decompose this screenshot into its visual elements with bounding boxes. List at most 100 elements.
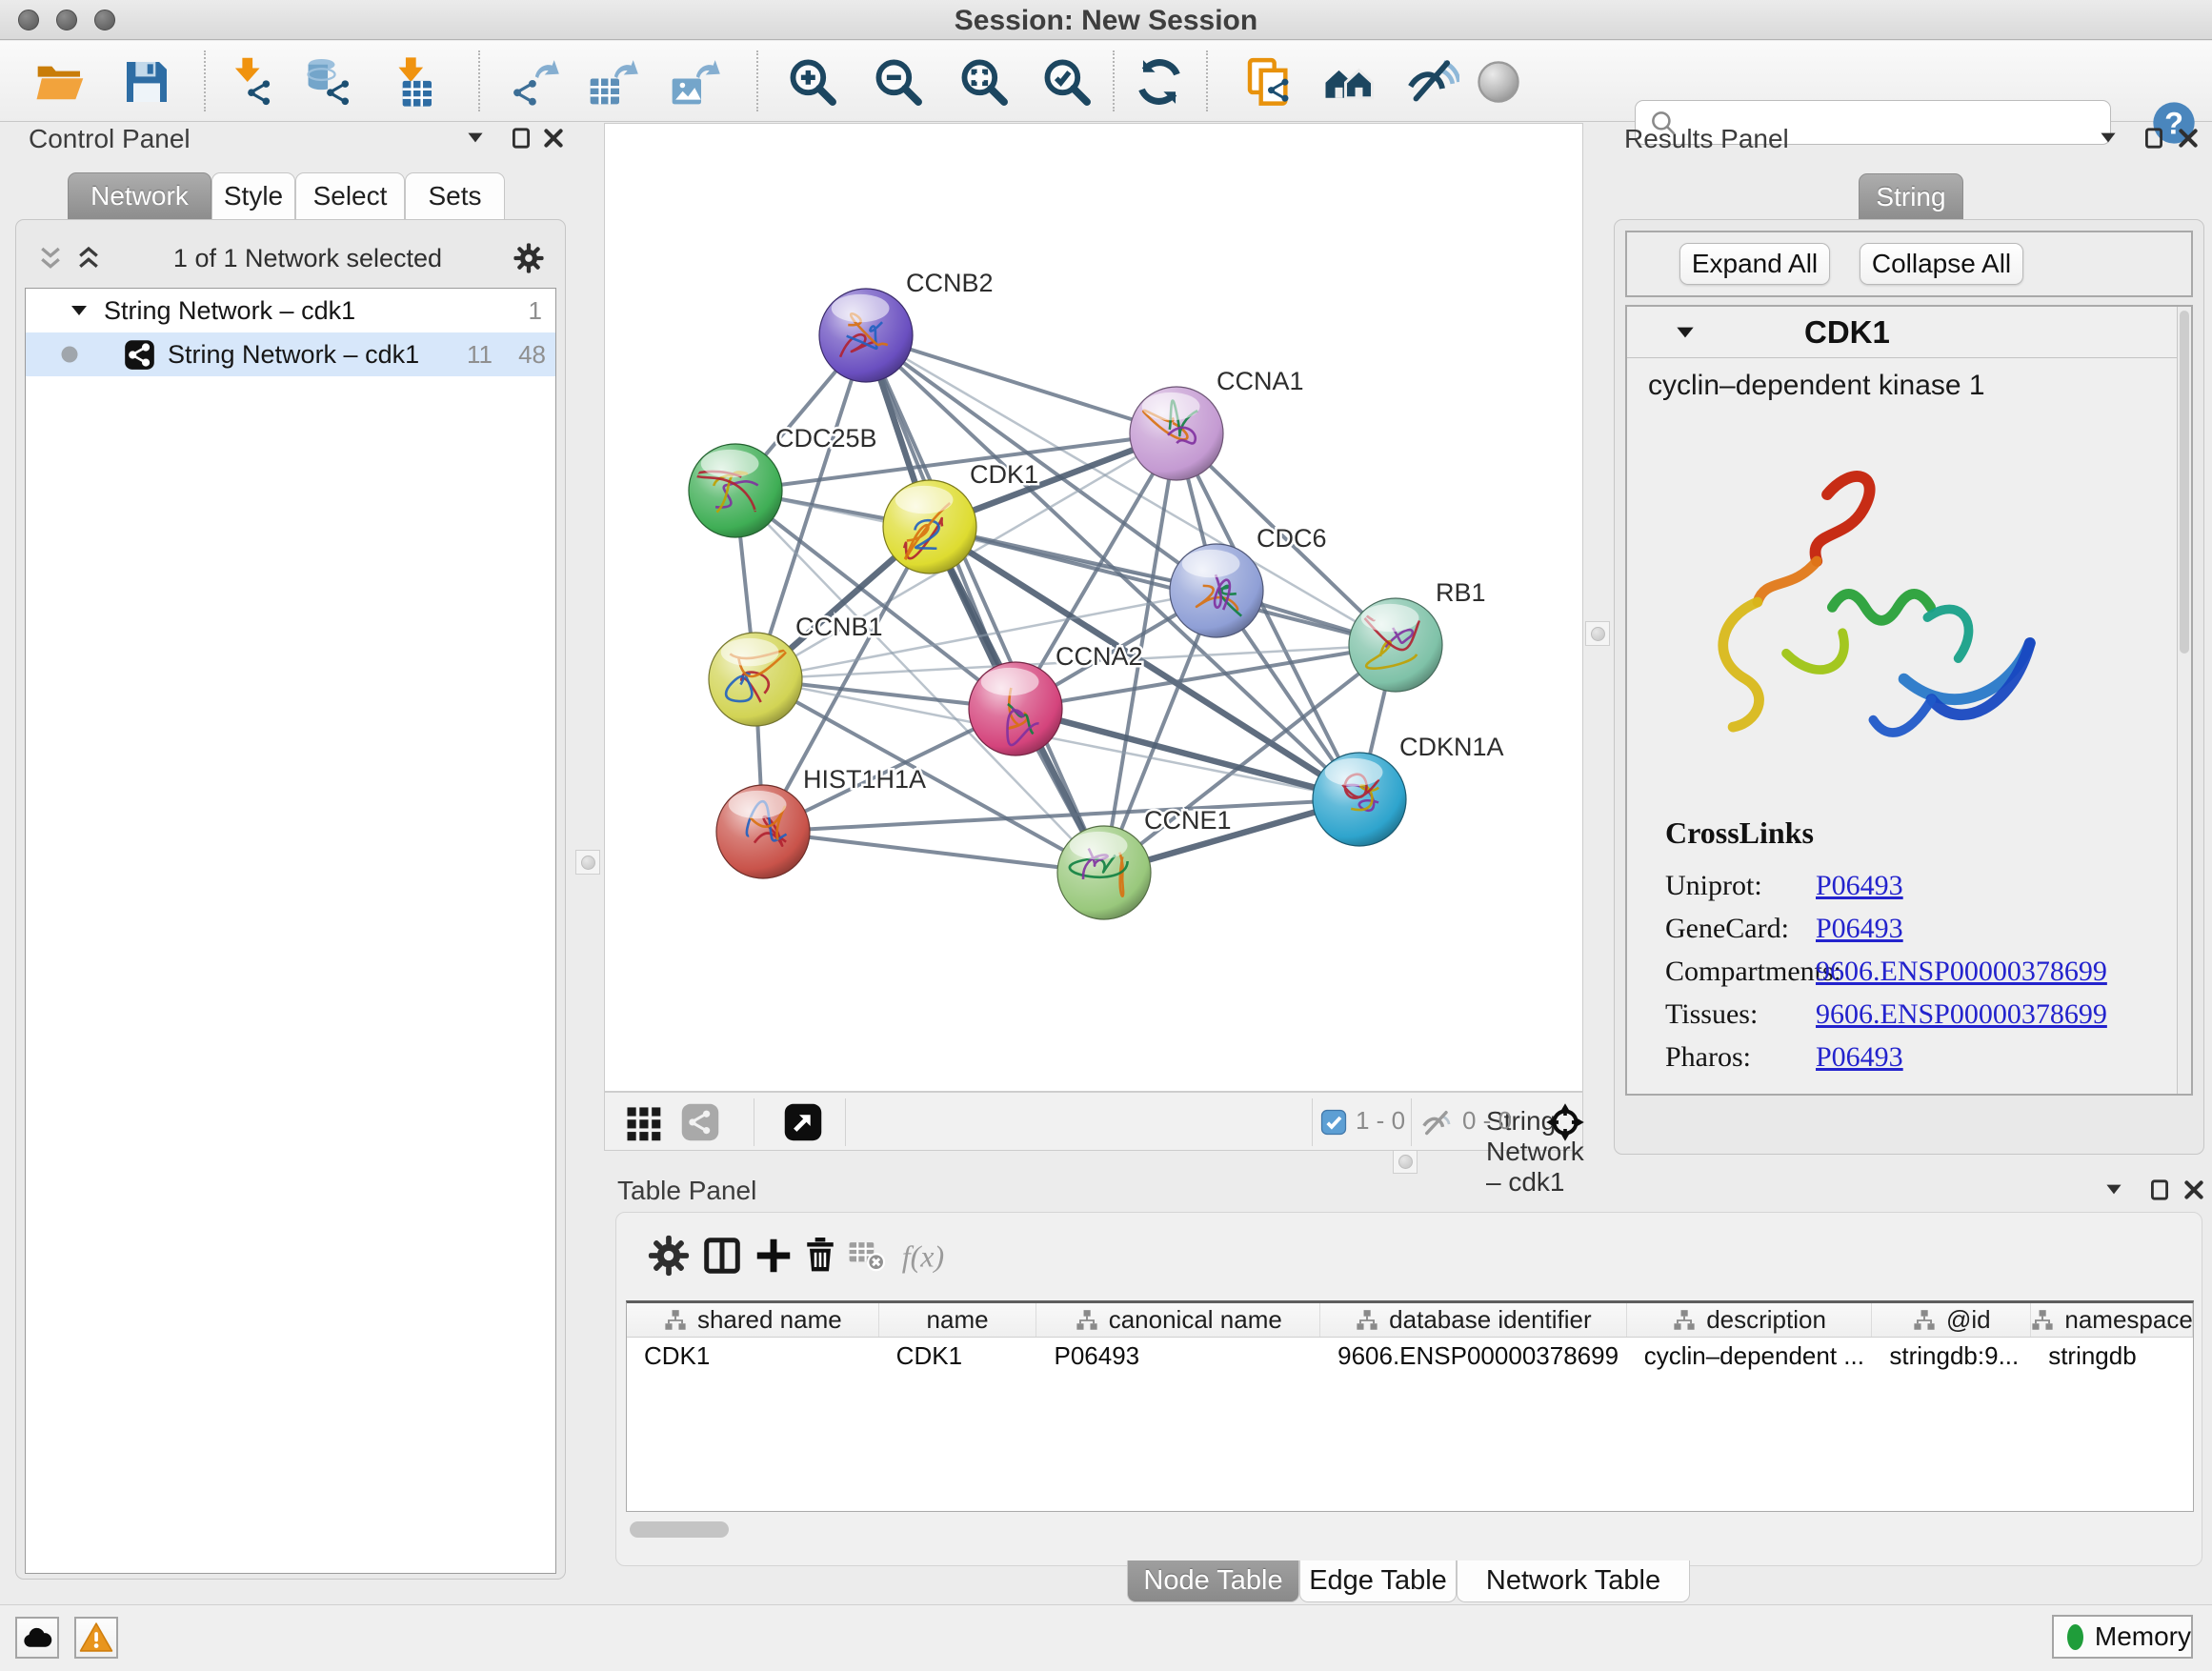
crosslink-link[interactable]: 9606.ENSP00000378699 <box>1816 956 2107 988</box>
tab-select[interactable]: Select <box>295 172 405 220</box>
tab-style[interactable]: Style <box>211 172 295 220</box>
expand-all-button[interactable]: Expand All <box>1679 243 1830 285</box>
export-network-button[interactable] <box>506 54 561 110</box>
collapse-all-networks-icon[interactable] <box>74 244 103 272</box>
column-header-description[interactable]: description <box>1627 1303 1873 1337</box>
results-panel-collapse-icon[interactable] <box>2094 124 2122 152</box>
table-horizontal-scrollbar[interactable] <box>628 1521 2192 1539</box>
tab-node-table[interactable]: Node Table <box>1127 1560 1299 1602</box>
string-network-graph[interactable]: CCNB2CCNA1CDC25BCDK1CDC6RB1CCNB1CCNA2CDK… <box>605 124 1582 1091</box>
node-CCNB2[interactable] <box>819 289 913 382</box>
tree-expand-icon[interactable] <box>68 299 90 322</box>
table-panel-collapse-icon[interactable] <box>2100 1176 2128 1204</box>
cell-name[interactable]: CDK1 <box>879 1338 1037 1374</box>
export-image-button[interactable] <box>667 54 722 110</box>
fit-crosshair-icon[interactable] <box>1544 1101 1586 1143</box>
table-row[interactable]: CDK1CDK1P064939606.ENSP00000378699cyclin… <box>627 1338 2193 1374</box>
node-CDC25B[interactable] <box>689 444 782 537</box>
control-panel-close-icon[interactable] <box>539 124 568 152</box>
edge-HIST1H1A-CCNE1[interactable] <box>763 832 1104 873</box>
cell-namespace[interactable]: stringdb <box>2031 1338 2193 1374</box>
show-network-overview-button[interactable] <box>1321 54 1377 110</box>
entry-collapse-icon[interactable] <box>1673 320 1698 345</box>
cell-database-identifier[interactable]: 9606.ENSP00000378699 <box>1320 1338 1627 1374</box>
node-CDC6[interactable] <box>1170 544 1263 637</box>
node-CDK1[interactable] <box>883 480 976 574</box>
crosslink-link[interactable]: 9606.ENSP00000378699 <box>1816 998 2107 1031</box>
export-table-button[interactable] <box>585 54 640 110</box>
node-CDKN1A[interactable] <box>1313 753 1406 846</box>
node-CCNE1[interactable] <box>1057 826 1151 919</box>
function-builder-icon: f(x) <box>898 1234 965 1279</box>
selected-checkbox-icon[interactable] <box>1319 1108 1348 1137</box>
right-splitter-handle[interactable] <box>1585 621 1610 646</box>
zoom-in-button[interactable] <box>785 54 840 110</box>
crosslink-link[interactable]: P06493 <box>1816 1041 1903 1074</box>
column-header-shared-name[interactable]: shared name <box>627 1303 879 1337</box>
cell--id[interactable]: stringdb:9... <box>1872 1338 2031 1374</box>
node-HIST1H1A[interactable] <box>716 785 810 878</box>
control-panel-float-icon[interactable] <box>507 124 535 152</box>
tab-string[interactable]: String <box>1859 173 1963 221</box>
column-header-canonical-name[interactable]: canonical name <box>1036 1303 1320 1337</box>
left-splitter-handle[interactable] <box>575 850 600 875</box>
cell-canonical-name[interactable]: P06493 <box>1036 1338 1320 1374</box>
node-CCNA1[interactable] <box>1130 387 1223 480</box>
show-network-overview-icon <box>1322 55 1376 109</box>
tab-edge-table[interactable]: Edge Table <box>1299 1560 1457 1602</box>
share-view-icon[interactable] <box>679 1101 721 1143</box>
cell-shared-name[interactable]: CDK1 <box>627 1338 879 1374</box>
expand-all-networks-icon[interactable] <box>36 244 65 272</box>
network-tree-row[interactable]: String Network – cdk1 11 48 <box>26 332 555 376</box>
column-label: canonical name <box>1109 1305 1282 1335</box>
table-panel-float-icon[interactable] <box>2145 1176 2174 1204</box>
table-settings-gear-icon[interactable] <box>647 1234 693 1279</box>
zoom-fit-button[interactable] <box>956 54 1012 110</box>
show-all-nodes-edges-button[interactable] <box>1471 54 1526 110</box>
add-column-icon[interactable] <box>752 1234 797 1279</box>
cell-description[interactable]: cyclin–dependent ... <box>1627 1338 1873 1374</box>
edge-CCNB2-CCNA1[interactable] <box>866 335 1176 433</box>
grid-view-icon[interactable] <box>622 1101 664 1143</box>
delete-column-trash-icon[interactable] <box>799 1234 845 1279</box>
column-header-database-identifier[interactable]: database identifier <box>1320 1303 1627 1337</box>
import-table-from-file-button[interactable] <box>384 54 439 110</box>
node-CCNA2[interactable] <box>969 662 1062 755</box>
apply-preferred-layout-button[interactable] <box>1132 54 1187 110</box>
zoom-selected-button[interactable] <box>1039 54 1095 110</box>
tab-network-table[interactable]: Network Table <box>1457 1560 1690 1602</box>
warnings-button[interactable] <box>74 1617 118 1659</box>
column-header--id[interactable]: @id <box>1872 1303 2031 1337</box>
open-session-button[interactable] <box>32 54 88 110</box>
column-header-namespace[interactable]: namespace <box>2031 1303 2193 1337</box>
gene-entry-header[interactable]: CDK1 <box>1627 307 2191 358</box>
import-network-from-database-button[interactable] <box>301 54 356 110</box>
horizontal-splitter-handle[interactable] <box>1393 1149 1418 1174</box>
collapse-all-button[interactable]: Collapse All <box>1860 243 2023 285</box>
detach-view-icon[interactable] <box>782 1101 824 1143</box>
import-network-from-file-button[interactable] <box>223 54 278 110</box>
hide-selected-button[interactable] <box>1405 54 1460 110</box>
hidden-eye-icon[interactable] <box>1420 1106 1455 1140</box>
crosslink-link[interactable]: P06493 <box>1816 870 1903 902</box>
memory-button[interactable]: Memory <box>2052 1615 2193 1659</box>
results-scrollbar[interactable] <box>2177 307 2191 1094</box>
results-panel-close-icon[interactable] <box>2174 124 2202 152</box>
control-panel-collapse-icon[interactable] <box>461 124 490 152</box>
network-canvas[interactable]: CCNB2CCNA1CDC25BCDK1CDC6RB1CCNB1CCNA2CDK… <box>604 123 1583 1092</box>
node-RB1[interactable] <box>1349 598 1442 692</box>
crosslink-link[interactable]: P06493 <box>1816 913 1903 945</box>
node-CCNB1[interactable] <box>709 633 802 726</box>
cloud-button[interactable] <box>15 1617 59 1659</box>
table-panel-close-icon[interactable] <box>2180 1176 2208 1204</box>
show-columns-icon[interactable] <box>700 1234 746 1279</box>
column-header-name[interactable]: name <box>879 1303 1037 1337</box>
results-panel-float-icon[interactable] <box>2140 124 2168 152</box>
save-session-button[interactable] <box>119 54 174 110</box>
tab-network[interactable]: Network <box>68 172 211 220</box>
duplicate-network-button[interactable] <box>1242 54 1297 110</box>
zoom-out-button[interactable] <box>871 54 926 110</box>
network-tree-root-row[interactable]: String Network – cdk1 1 <box>26 289 555 332</box>
network-options-gear-icon[interactable] <box>513 242 545 274</box>
tab-sets[interactable]: Sets <box>405 172 505 220</box>
